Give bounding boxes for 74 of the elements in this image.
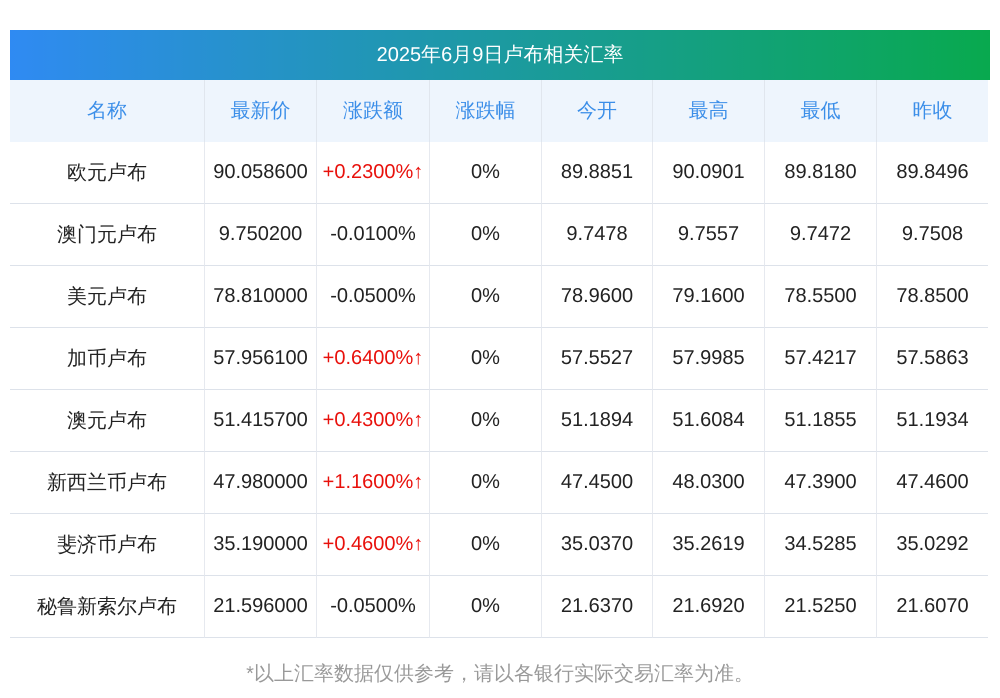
table-cell: 9.7508 — [877, 204, 988, 266]
table-cell: 34.5285 — [765, 514, 877, 576]
table-cell: 51.1894 — [542, 390, 653, 452]
table-cell: +0.4300%↑ — [317, 390, 430, 452]
table-cell: 0% — [430, 204, 542, 266]
column-header: 今开 — [542, 80, 653, 142]
table-cell: 美元卢布 — [10, 266, 205, 328]
column-header: 最高 — [653, 80, 765, 142]
table-cell: 0% — [430, 142, 542, 204]
table-cell: 51.1934 — [877, 390, 988, 452]
table-cell: 0% — [430, 452, 542, 514]
table-cell: +0.2300%↑ — [317, 142, 430, 204]
table-cell: 0% — [430, 266, 542, 328]
table-cell: 9.750200 — [205, 204, 317, 266]
table-cell: 21.6370 — [542, 576, 653, 638]
table-cell: 51.1855 — [765, 390, 877, 452]
table-cell: 加币卢布 — [10, 328, 205, 390]
table-cell: +0.4600%↑ — [317, 514, 430, 576]
table-cell: 51.6084 — [653, 390, 765, 452]
table-cell: 78.5500 — [765, 266, 877, 328]
table-cell: 21.6920 — [653, 576, 765, 638]
column-header: 昨收 — [877, 80, 988, 142]
table-cell: 斐济币卢布 — [10, 514, 205, 576]
table-cell: 90.058600 — [205, 142, 317, 204]
table-cell: 9.7557 — [653, 204, 765, 266]
table-cell: 89.8851 — [542, 142, 653, 204]
table-cell: 新西兰币卢布 — [10, 452, 205, 514]
table-cell: 47.3900 — [765, 452, 877, 514]
table-cell: +0.6400%↑ — [317, 328, 430, 390]
table-cell: 47.4600 — [877, 452, 988, 514]
table-cell: 9.7472 — [765, 204, 877, 266]
table-cell: 57.956100 — [205, 328, 317, 390]
table-cell: -0.0500% — [317, 576, 430, 638]
table-cell: 47.4500 — [542, 452, 653, 514]
table-cell: 57.5527 — [542, 328, 653, 390]
table-cell: 35.2619 — [653, 514, 765, 576]
table-cell: 57.9985 — [653, 328, 765, 390]
table-cell: 9.7478 — [542, 204, 653, 266]
column-header: 最低 — [765, 80, 877, 142]
table-cell: 78.810000 — [205, 266, 317, 328]
table-cell: -0.0500% — [317, 266, 430, 328]
table-cell: 0% — [430, 514, 542, 576]
table-cell: 21.6070 — [877, 576, 988, 638]
table-cell: 欧元卢布 — [10, 142, 205, 204]
column-header: 名称 — [10, 80, 205, 142]
column-header: 涨跌额 — [317, 80, 430, 142]
table-cell: -0.0100% — [317, 204, 430, 266]
table-cell: 48.0300 — [653, 452, 765, 514]
table-cell: 51.415700 — [205, 390, 317, 452]
table-cell: 0% — [430, 576, 542, 638]
table-cell: 0% — [430, 328, 542, 390]
table-cell: 35.0292 — [877, 514, 988, 576]
footnote: *以上汇率数据仅供参考，请以各银行实际交易汇率为准。 — [245, 662, 755, 687]
table-cell: 35.0370 — [542, 514, 653, 576]
table-cell: 澳门元卢布 — [10, 204, 205, 266]
table-cell: 78.8500 — [877, 266, 988, 328]
table-cell: 21.596000 — [205, 576, 317, 638]
table-cell: 0% — [430, 390, 542, 452]
column-header: 涨跌幅 — [430, 80, 542, 142]
table-title-bar: 2025年6月9日卢布相关汇率 — [10, 30, 990, 80]
table-cell: 澳元卢布 — [10, 390, 205, 452]
table-cell: 57.4217 — [765, 328, 877, 390]
table-cell: 57.5863 — [877, 328, 988, 390]
column-header: 最新价 — [205, 80, 317, 142]
table-cell: 21.5250 — [765, 576, 877, 638]
table-cell: 78.9600 — [542, 266, 653, 328]
table-cell: 90.0901 — [653, 142, 765, 204]
table-cell: 秘鲁新索尔卢布 — [10, 576, 205, 638]
table-cell: 89.8180 — [765, 142, 877, 204]
table-cell: 89.8496 — [877, 142, 988, 204]
table-cell: 47.980000 — [205, 452, 317, 514]
table-cell: +1.1600%↑ — [317, 452, 430, 514]
table-cell: 35.190000 — [205, 514, 317, 576]
table-cell: 79.1600 — [653, 266, 765, 328]
